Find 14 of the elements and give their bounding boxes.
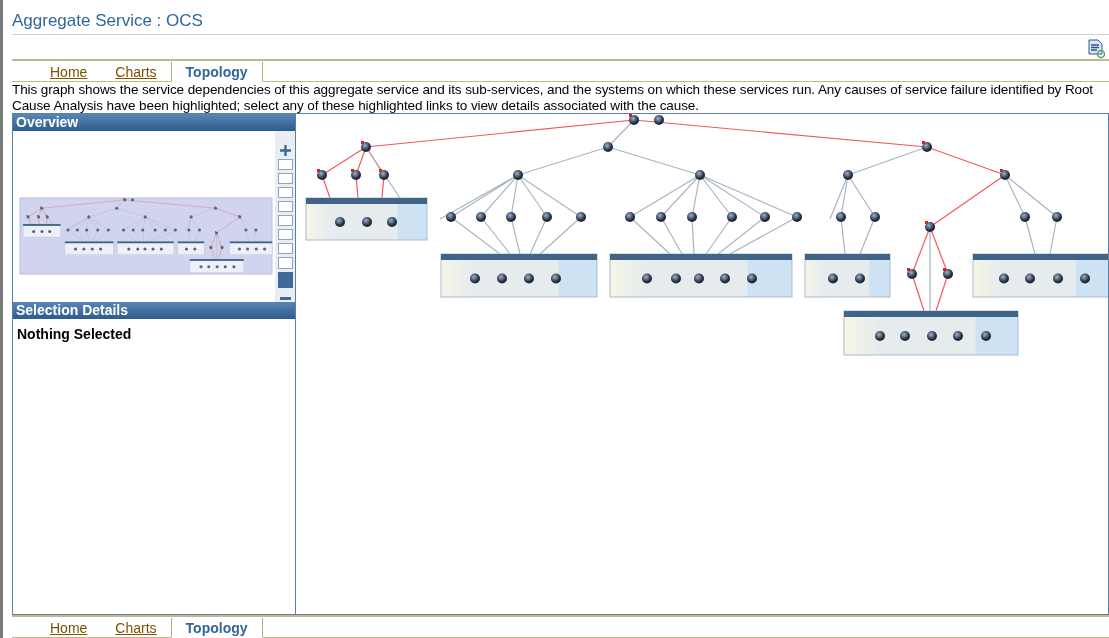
overview-map-drawing[interactable] — [19, 197, 273, 275]
selection-message: Nothing Selected — [16, 325, 133, 345]
tab[interactable]: Home — [36, 618, 102, 637]
tab[interactable]: Topology — [170, 618, 263, 638]
tab[interactable]: Charts — [101, 618, 171, 637]
panel-header: Selection Details — [13, 302, 295, 320]
printable-page-icon[interactable] — [1086, 39, 1106, 60]
panel-header: Overview — [13, 114, 295, 132]
tab[interactable]: Topology — [170, 62, 263, 83]
description-text: This graph shows the service dependencies of this aggregate service and its sub-services, and the systems on which these services run. Any causes of service failure identified by Root Cause Analysis have been highlighted; select any of these highlighted links to view details associated with the cause. — [12, 82, 1094, 114]
page-title: Aggregate Service : OCS — [12, 10, 1109, 36]
tab[interactable]: Charts — [101, 62, 171, 82]
tab[interactable]: Home — [36, 62, 102, 82]
topology-drawing[interactable] — [305, 114, 1108, 356]
